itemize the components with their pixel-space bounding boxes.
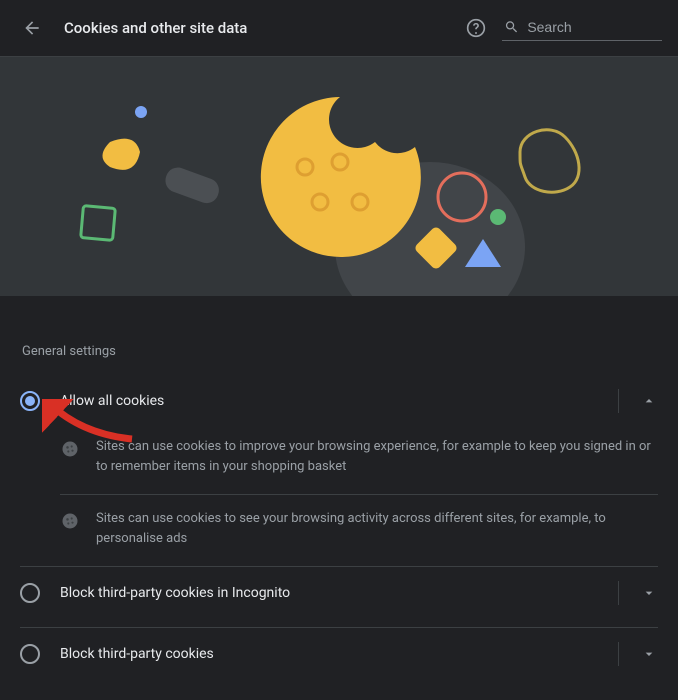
detail-text: Sites can use cookies to improve your br… (96, 437, 658, 476)
help-button[interactable] (460, 12, 492, 44)
content: General settings Allow all cookies Sites… (0, 296, 678, 700)
header: Cookies and other site data (0, 0, 678, 56)
option-label: Block third-party cookies in Incognito (60, 585, 618, 601)
option-label: Block third-party cookies (60, 646, 618, 662)
radio-block-incognito[interactable] (20, 583, 40, 603)
radio-allow-all[interactable] (20, 391, 40, 411)
page-title: Cookies and other site data (64, 19, 460, 37)
search-field[interactable] (502, 16, 662, 41)
detail-text: Sites can use cookies to see your browsi… (96, 509, 658, 548)
expand-button[interactable] (618, 581, 658, 605)
expand-button[interactable] (618, 642, 658, 666)
search-icon (504, 18, 519, 36)
search-input[interactable] (527, 19, 660, 35)
chevron-down-icon (641, 585, 657, 601)
help-icon (466, 18, 486, 38)
detail-row-2: Sites can use cookies to see your browsi… (20, 499, 658, 558)
radio-block-third[interactable] (20, 644, 40, 664)
section-title: General settings (22, 344, 658, 359)
collapse-button[interactable] (618, 389, 658, 413)
chevron-down-icon (641, 646, 657, 662)
option-block-third-party-incognito[interactable]: Block third-party cookies in Incognito (20, 567, 658, 619)
back-button[interactable] (16, 12, 48, 44)
chevron-up-icon (641, 393, 657, 409)
arrow-back-icon (22, 18, 42, 38)
detail-row-1: Sites can use cookies to improve your br… (20, 427, 658, 486)
option-allow-all-cookies[interactable]: Allow all cookies (20, 375, 658, 427)
illustration-banner (0, 56, 678, 296)
cookie-icon (60, 439, 80, 459)
option-block-third-party[interactable]: Block third-party cookies (20, 628, 658, 680)
option-label: Allow all cookies (60, 393, 618, 409)
cookie-icon (60, 511, 80, 531)
divider (60, 494, 658, 495)
